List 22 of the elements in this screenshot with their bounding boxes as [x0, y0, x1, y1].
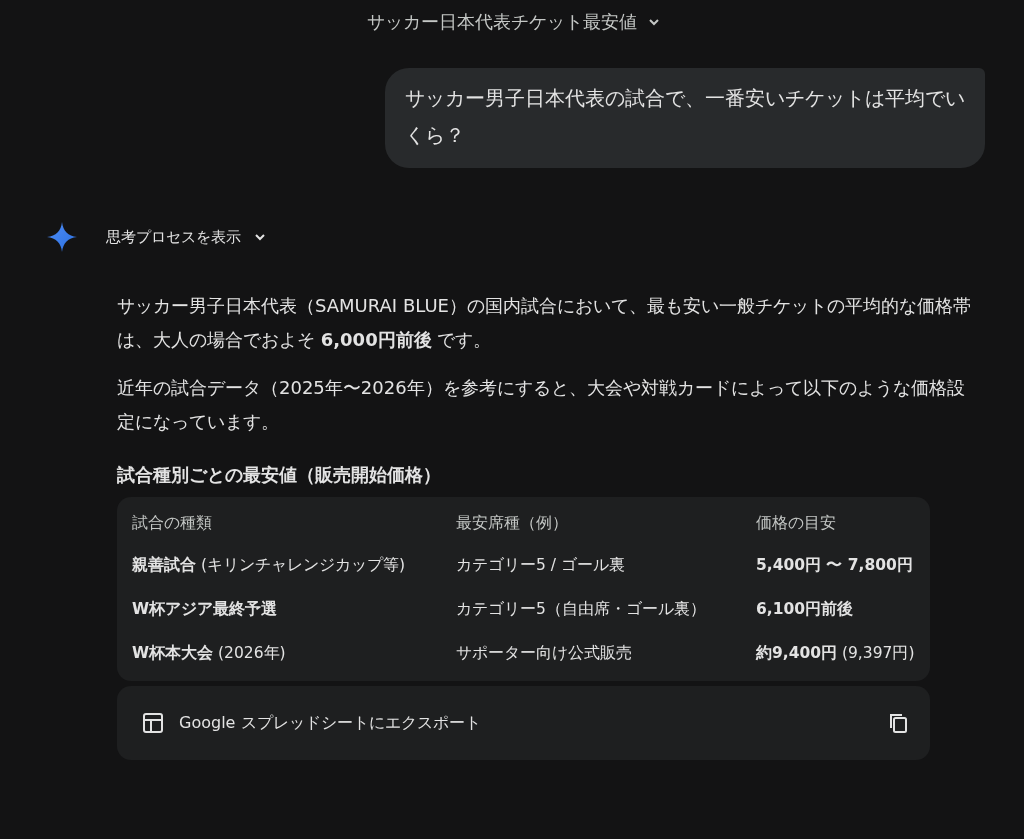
column-header: 最安席種（例） — [456, 512, 569, 534]
copy-icon[interactable] — [888, 712, 910, 734]
export-to-sheets-button[interactable]: Google スプレッドシートにエクスポート — [137, 707, 485, 739]
response-paragraph: サッカー男子日本代表（SAMURAI BLUE）の国内試合において、最も安い一般チケットの平均的な価格帯は、大人の場合でおよそ 6,000円前後 です。 — [117, 294, 972, 352]
column-header: 価格の目安 — [756, 512, 837, 534]
response-paragraph: 近年の試合データ（2025年〜2026年）を参考にすると、大会や対戦カードによって以下のような価格設定になっています。 — [117, 376, 966, 434]
sparkle-icon — [46, 221, 78, 253]
column-header: 試合の種類 — [131, 512, 213, 534]
table-cell-text: 親善試合 (キリンチャレンジカップ等) — [131, 554, 407, 576]
table-heading: 試合種別ごとの最安値（販売開始価格） — [117, 463, 442, 487]
table-cell-text: W杯本大会 (2026年) — [131, 642, 287, 664]
table-cell-text: カテゴリー5 / ゴール裏 — [456, 554, 626, 576]
chat-title-button[interactable]: サッカー日本代表チケット最安値 — [359, 6, 669, 38]
table-cell-text: サポーター向け公式販売 — [456, 642, 633, 664]
table-cell-text: W杯アジア最終予選 — [131, 598, 279, 620]
table-icon — [141, 711, 165, 735]
table-cell-text: 約9,400円 (9,397円) — [756, 642, 916, 664]
table-cell-text: 5,400円 〜 7,800円 — [756, 554, 914, 576]
show-thinking-toggle[interactable]: 思考プロセスを表示 — [100, 223, 273, 251]
table-cell-text: カテゴリー5（自由席・ゴール裏） — [456, 598, 707, 620]
user-message: サッカー男子日本代表の試合で、一番安いチケットは平均でいくら？ — [385, 68, 985, 168]
table-cell-text: 6,100円前後 — [756, 598, 855, 620]
